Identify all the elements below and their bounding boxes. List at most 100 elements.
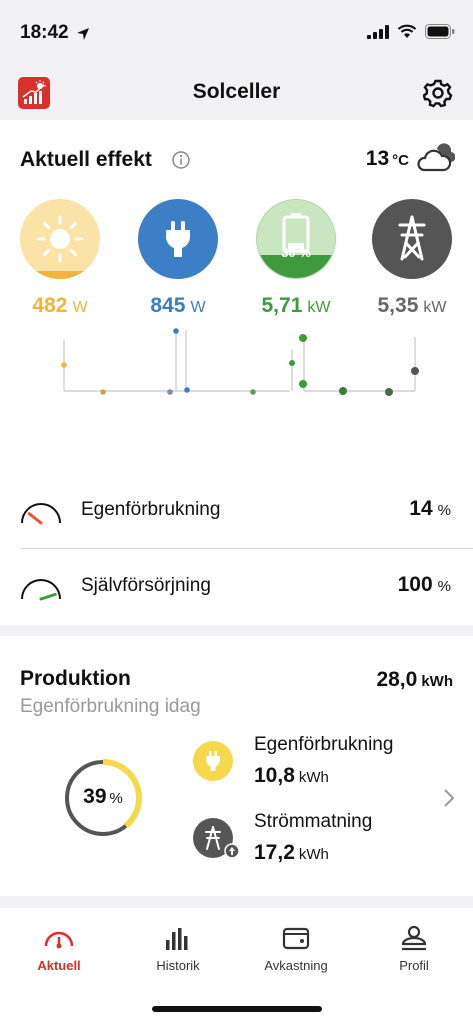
temperature-unit: °C bbox=[392, 152, 409, 169]
tab-aktuell[interactable]: Aktuell bbox=[9, 924, 109, 973]
grid-unit: kW bbox=[423, 299, 447, 316]
cellular-signal-icon bbox=[367, 24, 389, 39]
divider bbox=[20, 548, 473, 549]
production-total-unit: kWh bbox=[421, 673, 453, 690]
flow-dot bbox=[299, 380, 307, 388]
location-arrow-icon bbox=[77, 28, 89, 40]
self-consumption-today-label: Egenförbrukning bbox=[254, 734, 394, 755]
power-pylon-upload-icon bbox=[205, 826, 240, 859]
flow-dot bbox=[61, 362, 67, 368]
battery-status-icon bbox=[425, 24, 455, 39]
tab-label: Historik bbox=[156, 958, 200, 973]
self-sufficiency-unit: % bbox=[437, 578, 451, 595]
self-sufficiency-row[interactable]: Självförsörjning 100% bbox=[0, 551, 473, 625]
flow-dot bbox=[184, 387, 190, 393]
production-total-number: 28,0 bbox=[376, 668, 418, 691]
flow-dot bbox=[173, 328, 179, 334]
flow-dot bbox=[100, 389, 106, 395]
donut-percent-unit: % bbox=[109, 790, 123, 807]
donut-percent-number: 39 bbox=[83, 785, 107, 808]
settings-gear-icon[interactable] bbox=[423, 78, 453, 108]
home-indicator bbox=[152, 1006, 322, 1012]
self-consumption-today-unit: kWh bbox=[298, 769, 329, 786]
self-sufficiency-label: Självförsörjning bbox=[81, 575, 211, 596]
grid-feed-number: 17,2 bbox=[254, 841, 295, 864]
self-consumption-value: 14% bbox=[409, 497, 451, 521]
sun-icon bbox=[36, 215, 84, 263]
flow-dot bbox=[289, 360, 295, 366]
production-total: 28,0 kWh bbox=[376, 668, 453, 692]
self-consumption-icon-circle bbox=[193, 741, 233, 781]
page-title: Solceller bbox=[192, 80, 281, 103]
tab-label: Profil bbox=[399, 958, 429, 973]
flow-dot bbox=[167, 389, 173, 395]
production-subtitle: Egenförbrukning idag bbox=[20, 696, 201, 717]
production-card[interactable]: Produktion 28,0 kWh Egenförbrukning idag … bbox=[0, 636, 473, 896]
status-icons bbox=[367, 24, 455, 39]
self-consumption-gauge-icon bbox=[21, 503, 61, 525]
tab-label: Aktuell bbox=[37, 958, 81, 973]
solar-value: 482 W bbox=[0, 294, 120, 318]
solar-flow-circle[interactable] bbox=[20, 199, 100, 279]
live-power-card: Aktuell effekt 13 °C 30 % 482 W 845 W 5,… bbox=[0, 120, 473, 625]
battery-number: 5,71 bbox=[261, 294, 303, 317]
live-power-title: Aktuell effekt bbox=[20, 148, 152, 171]
plug-icon bbox=[166, 221, 190, 257]
self-consumption-today-value: 10,8 kWh bbox=[254, 764, 329, 788]
self-sufficiency-number: 100 bbox=[397, 573, 433, 596]
wifi-icon bbox=[397, 24, 417, 38]
power-pylon-icon bbox=[398, 215, 426, 261]
gauge-icon bbox=[44, 931, 74, 949]
production-title: Produktion bbox=[20, 667, 131, 690]
self-consumption-row[interactable]: Egenförbrukning 14% bbox=[0, 475, 473, 549]
status-time: 18:42 bbox=[20, 22, 69, 43]
self-sufficiency-gauge-icon bbox=[21, 579, 61, 601]
consumption-value: 845 W bbox=[118, 294, 238, 318]
energy-flow-diagram bbox=[61, 328, 419, 396]
solar-number: 482 bbox=[32, 294, 68, 317]
info-icon[interactable] bbox=[172, 151, 190, 169]
battery-icon bbox=[282, 212, 309, 252]
consumption-number: 845 bbox=[150, 294, 186, 317]
wallet-icon bbox=[282, 927, 310, 950]
tab-bar: Aktuell Historik Avkastning Profil bbox=[0, 908, 473, 1024]
profile-icon bbox=[401, 925, 427, 951]
tab-label: Avkastning bbox=[264, 958, 328, 973]
donut-percent: 39% bbox=[62, 785, 144, 809]
plug-icon bbox=[206, 751, 220, 771]
battery-value: 5,71 kW bbox=[236, 294, 356, 318]
temperature-value: 13 bbox=[365, 147, 390, 170]
consumption-flow-circle[interactable] bbox=[138, 199, 218, 279]
grid-flow-circle[interactable] bbox=[372, 199, 452, 279]
status-bar: 18:42 bbox=[0, 0, 473, 64]
cloudy-weather-icon bbox=[417, 143, 455, 172]
chevron-right-icon[interactable] bbox=[443, 788, 455, 808]
flow-dot bbox=[250, 389, 256, 395]
bar-chart-icon bbox=[166, 928, 188, 950]
self-consumption-number: 14 bbox=[409, 497, 433, 520]
battery-unit: kW bbox=[307, 299, 331, 316]
grid-feed-unit: kWh bbox=[298, 846, 329, 863]
nav-bar: Solceller bbox=[0, 64, 473, 118]
battery-flow-circle[interactable]: 30 % bbox=[256, 199, 336, 279]
battery-soc-label: 30 % bbox=[281, 245, 311, 260]
grid-value: 5,35 kW bbox=[352, 294, 472, 318]
flow-dot bbox=[299, 334, 307, 342]
tab-historik[interactable]: Historik bbox=[128, 924, 228, 973]
tab-avkastning[interactable]: Avkastning bbox=[246, 924, 346, 973]
temperature: 13 °C bbox=[366, 147, 409, 171]
solar-unit: W bbox=[72, 299, 88, 316]
grid-feed-icon-circle bbox=[193, 818, 240, 859]
self-consumption-label: Egenförbrukning bbox=[81, 499, 221, 520]
consumption-unit: W bbox=[190, 299, 206, 316]
self-sufficiency-value: 100% bbox=[398, 573, 451, 597]
grid-number: 5,35 bbox=[377, 294, 419, 317]
tab-profil[interactable]: Profil bbox=[364, 924, 464, 973]
grid-feed-label: Strömmatning bbox=[254, 811, 373, 832]
self-consumption-unit: % bbox=[437, 502, 451, 519]
flow-dot bbox=[411, 367, 419, 375]
flow-dot bbox=[385, 388, 393, 396]
flow-dot bbox=[339, 387, 347, 395]
grid-feed-value: 17,2 kWh bbox=[254, 841, 329, 865]
self-consumption-today-number: 10,8 bbox=[254, 764, 295, 787]
